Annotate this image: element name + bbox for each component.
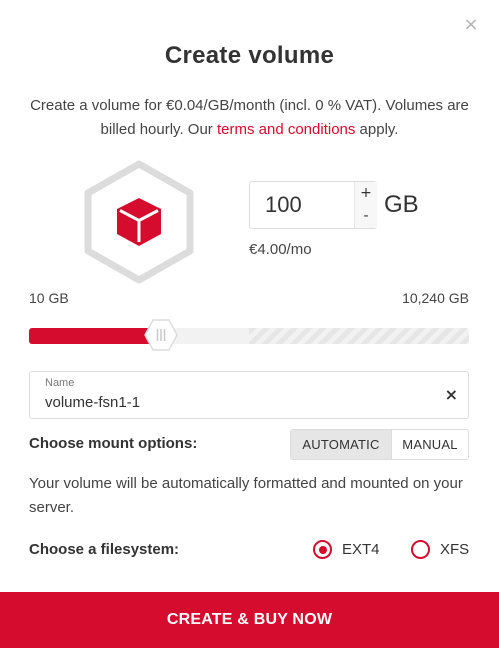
mount-option-manual[interactable]: MANUAL: [391, 430, 468, 459]
increment-button[interactable]: +: [355, 182, 377, 205]
name-field-label: Name: [45, 377, 75, 389]
volume-hexagon-icon: [84, 160, 194, 284]
filesystem-label: Choose a filesystem:: [29, 541, 180, 558]
dialog-title: Create volume: [164, 42, 335, 69]
xfs-label: XFS: [440, 541, 470, 558]
slider-fill: [29, 328, 161, 344]
close-icon[interactable]: ×: [462, 16, 480, 34]
pricing-text-end: apply.: [355, 121, 399, 138]
name-field[interactable]: Name volume-fsn1-1 ×: [29, 371, 469, 419]
monthly-price: €4.00/mo: [249, 241, 312, 258]
slider-unavailable-range: [249, 328, 469, 344]
filesystem-option-xfs[interactable]: XFS: [411, 540, 469, 559]
decrement-button[interactable]: -: [355, 205, 377, 228]
mount-description: Your volume will be automatically format…: [29, 475, 463, 516]
stepper-buttons: + -: [354, 182, 377, 228]
mount-option-automatic[interactable]: AUTOMATIC: [291, 430, 391, 459]
size-stepper: 100 + -: [249, 181, 377, 229]
create-and-buy-button[interactable]: CREATE & BUY NOW: [0, 592, 499, 648]
ext4-label: EXT4: [342, 541, 380, 558]
filesystem-option-ext4[interactable]: EXT4: [313, 540, 380, 559]
mount-options-toggle: AUTOMATIC MANUAL: [290, 429, 469, 460]
name-input[interactable]: volume-fsn1-1: [45, 394, 140, 411]
xfs-radio-button[interactable]: [411, 540, 430, 559]
cube-icon: [117, 198, 161, 246]
clear-name-icon[interactable]: ×: [445, 385, 458, 404]
ext4-radio-button[interactable]: [313, 540, 332, 559]
slider-max-label: 10,240 GB: [402, 290, 469, 306]
pricing-description: Create a volume for €0.04/GB/month (incl…: [20, 94, 479, 142]
size-input[interactable]: 100: [250, 182, 354, 228]
size-slider[interactable]: [29, 319, 469, 351]
slider-thumb[interactable]: [144, 318, 178, 352]
size-unit: GB: [384, 191, 419, 218]
slider-min-label: 10 GB: [29, 290, 69, 306]
mount-options-label: Choose mount options:: [29, 435, 198, 452]
terms-link[interactable]: terms and conditions: [217, 121, 355, 138]
